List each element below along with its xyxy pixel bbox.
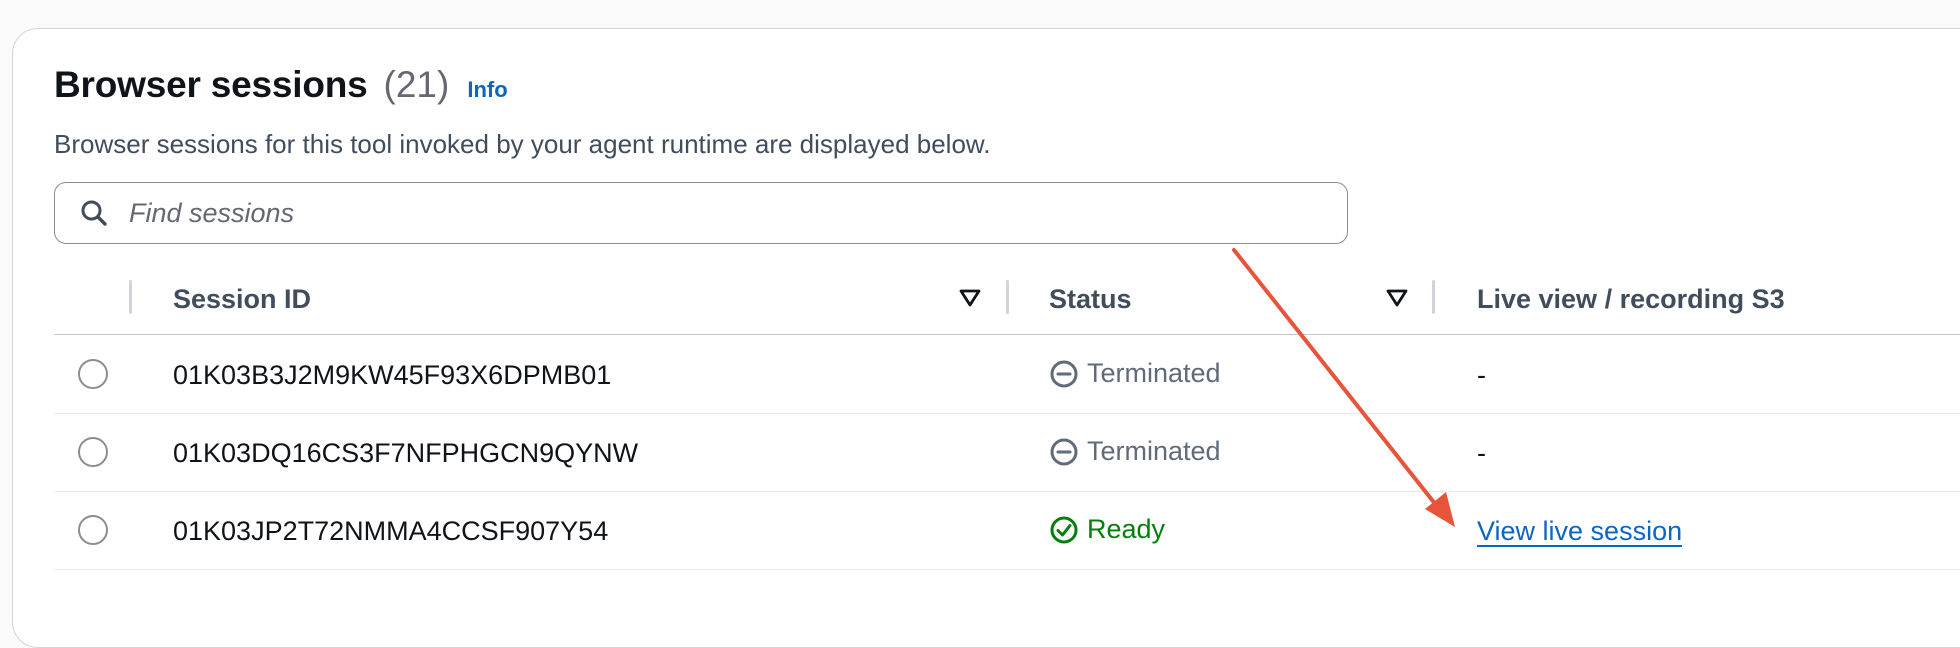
search-input[interactable]	[127, 196, 1311, 230]
column-header-status[interactable]: Status	[1049, 284, 1132, 315]
session-id: 01K03DQ16CS3F7NFPHGCN9QYNW	[173, 438, 639, 468]
session-id: 01K03B3J2M9KW45F93X6DPMB01	[173, 360, 612, 390]
session-count: (21)	[383, 64, 450, 105]
minus-circle-icon	[1050, 360, 1078, 387]
live-view-empty: -	[1477, 438, 1486, 468]
info-link[interactable]: Info	[467, 77, 507, 103]
row-select-radio[interactable]	[78, 359, 108, 389]
table-row[interactable]: 01K03B3J2M9KW45F93X6DPMB01 Terminated -	[54, 336, 1960, 414]
status-text: Terminated	[1087, 358, 1221, 388]
minus-circle-icon	[1050, 438, 1078, 465]
row-select-radio[interactable]	[78, 515, 108, 545]
panel-description: Browser sessions for this tool invoked b…	[54, 129, 991, 159]
filter-caret-icon[interactable]	[1386, 288, 1408, 308]
status-badge: Terminated	[1049, 358, 1221, 389]
check-circle-icon	[1050, 516, 1078, 543]
view-live-session-link[interactable]: View live session	[1477, 516, 1682, 547]
status-badge: Terminated	[1049, 436, 1221, 467]
column-separator[interactable]	[1432, 280, 1435, 314]
filter-caret-icon[interactable]	[959, 288, 981, 308]
table-row[interactable]: 01K03DQ16CS3F7NFPHGCN9QYNW Terminated -	[54, 414, 1960, 492]
column-separator[interactable]	[1006, 280, 1009, 314]
table-header: Session ID Status Live view / recording …	[54, 276, 1960, 335]
search-box[interactable]	[54, 182, 1348, 244]
table-row[interactable]: 01K03JP2T72NMMA4CCSF907Y54 Ready View li…	[54, 492, 1960, 570]
column-header-session-id[interactable]: Session ID	[173, 284, 311, 315]
search-icon	[81, 200, 107, 226]
row-select-radio[interactable]	[78, 437, 108, 467]
live-view-empty: -	[1477, 360, 1486, 390]
session-id: 01K03JP2T72NMMA4CCSF907Y54	[173, 516, 609, 546]
status-text: Ready	[1087, 514, 1166, 544]
column-header-live-view[interactable]: Live view / recording S3	[1477, 284, 1785, 315]
page-title: Browser sessions	[54, 64, 368, 105]
status-text: Terminated	[1087, 436, 1221, 466]
status-badge: Ready	[1049, 514, 1165, 545]
column-separator[interactable]	[129, 280, 132, 314]
panel-header: Browser sessions (21) Info	[54, 64, 508, 106]
